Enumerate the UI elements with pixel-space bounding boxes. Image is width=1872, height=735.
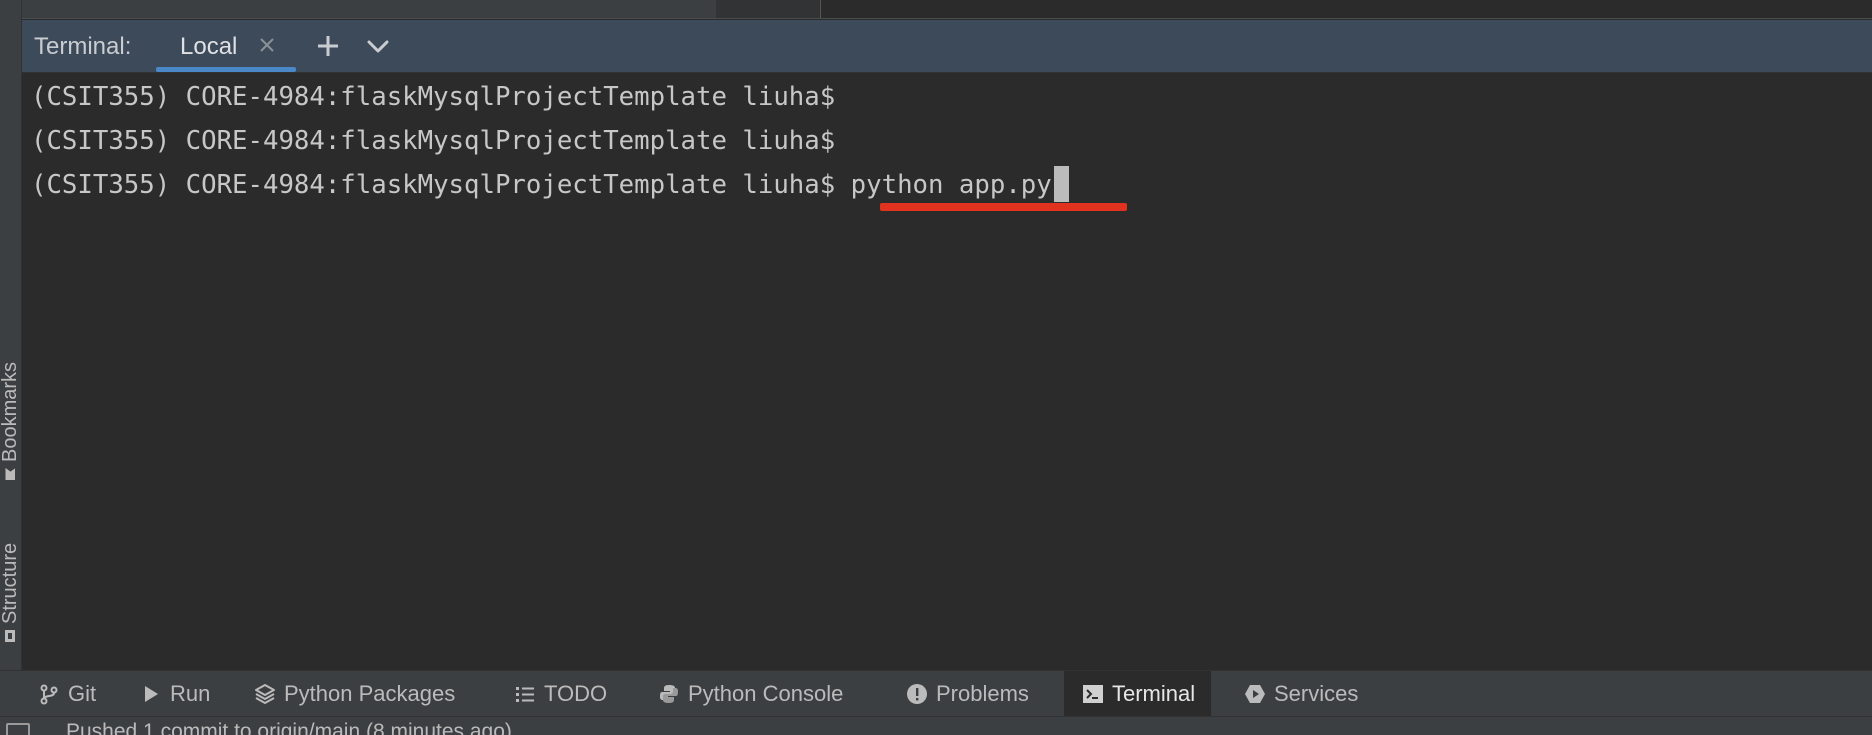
tool-window-bar: Git Run Python Packages TODO Python Cons… [0,670,1872,717]
prompt-text: (CSIT355) CORE-4984:flaskMysqlProjectTem… [31,82,836,112]
divider [820,0,821,18]
python-packages-label: Python Packages [284,681,456,706]
list-icon [514,683,536,705]
bookmarks-label: Bookmarks [0,361,21,462]
close-icon[interactable] [256,34,278,56]
play-icon [140,683,162,705]
editor-gutter-area [716,0,820,18]
terminal-output[interactable]: (CSIT355) CORE-4984:flaskMysqlProjectTem… [22,73,1872,670]
terminal-header: Terminal: Local [22,20,1872,73]
active-tab-indicator [156,67,296,72]
terminal-line: (CSIT355) CORE-4984:flaskMysqlProjectTem… [31,77,835,117]
command-text: python app.py [850,170,1052,200]
prompt-text: (CSIT355) CORE-4984:flaskMysqlProjectTem… [31,126,836,156]
run-tool-button[interactable]: Run [140,671,210,717]
tab-label: Local [180,33,238,60]
layers-icon [254,683,276,705]
tab-local[interactable]: Local [156,20,296,72]
problems-tool-button[interactable]: Problems [906,671,1029,717]
structure-icon [5,630,16,642]
terminal-title: Terminal: [34,33,132,60]
python-console-tool-button[interactable]: Python Console [658,671,843,717]
run-label: Run [170,681,211,706]
chevron-down-icon[interactable] [364,32,392,60]
divider [22,18,1872,19]
python-icon [658,683,680,705]
git-branch-icon [38,683,60,705]
terminal-line: (CSIT355) CORE-4984:flaskMysqlProjectTem… [31,121,835,161]
editor-top-strip [0,0,1872,20]
todo-tool-button[interactable]: TODO [514,671,607,717]
structure-tool-tab[interactable]: Structure [0,512,21,642]
warning-circle-icon [906,683,928,705]
annotation-red-underline [880,203,1127,211]
status-bar: Pushed 1 commit to origin/main (8 minute… [0,716,1872,735]
status-message: Pushed 1 commit to origin/main (8 minute… [66,720,512,735]
bookmarks-tool-tab[interactable]: Bookmarks [0,320,21,480]
git-label: Git [68,681,97,706]
terminal-tool-button[interactable]: Terminal [1064,671,1212,717]
todo-label: TODO [544,681,608,706]
left-tool-stripe: Bookmarks Structure [0,0,22,670]
panel-toggle-icon[interactable] [6,723,30,735]
terminal-line: (CSIT355) CORE-4984:flaskMysqlProjectTem… [31,165,1069,205]
problems-label: Problems [936,681,1029,706]
services-icon [1244,683,1266,705]
python-console-label: Python Console [688,681,844,706]
python-packages-tool-button[interactable]: Python Packages [254,671,455,717]
bookmark-icon [6,468,16,480]
prompt-text: (CSIT355) CORE-4984:flaskMysqlProjectTem… [31,170,836,200]
services-tool-button[interactable]: Services [1244,671,1358,717]
git-tool-button[interactable]: Git [38,671,96,717]
structure-label: Structure [0,542,21,624]
editor-scroll-area [22,0,716,18]
terminal-icon [1082,683,1104,705]
services-label: Services [1274,681,1359,706]
terminal-label: Terminal [1112,681,1196,706]
new-terminal-plus-icon[interactable] [314,32,342,60]
text-cursor [1053,165,1069,202]
